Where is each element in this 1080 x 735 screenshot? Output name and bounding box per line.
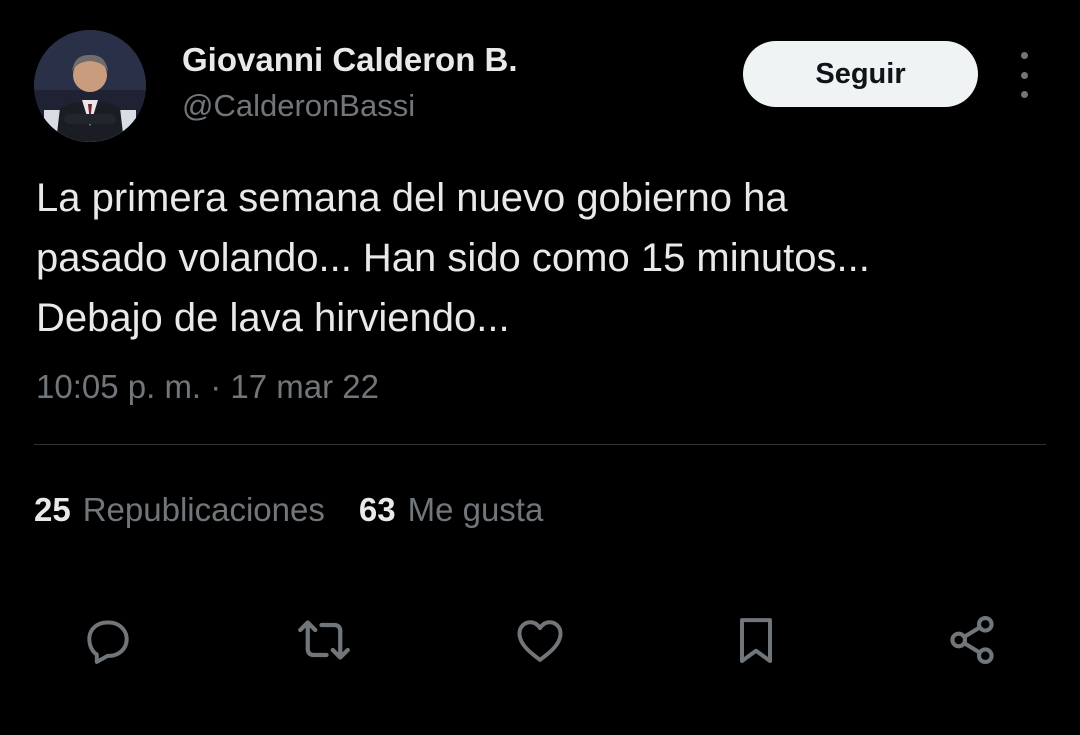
tweet-text-line: pasado volando... Han sido como 15 minut… bbox=[36, 236, 870, 280]
repost-icon bbox=[298, 620, 350, 660]
author-handle[interactable]: @CalderonBassi bbox=[182, 86, 415, 126]
share-icon bbox=[950, 615, 994, 665]
engagement-stats: 25 Republicaciones 63 Me gusta bbox=[34, 488, 543, 532]
likes-count: 63 bbox=[358, 491, 396, 528]
reply-button[interactable] bbox=[78, 610, 138, 670]
tweet-text-line: Debajo de lava hirviendo... bbox=[36, 296, 510, 340]
reposts-stat[interactable]: 25 Republicaciones bbox=[34, 488, 325, 532]
likes-label: Me gusta bbox=[407, 491, 544, 528]
like-button[interactable] bbox=[510, 610, 570, 670]
share-button[interactable] bbox=[942, 610, 1002, 670]
reposts-count: 25 bbox=[34, 491, 71, 528]
follow-button[interactable]: Seguir bbox=[743, 41, 978, 107]
heart-icon bbox=[517, 620, 563, 662]
repost-button[interactable] bbox=[294, 610, 354, 670]
profile-photo bbox=[34, 30, 146, 142]
avatar[interactable] bbox=[34, 30, 146, 142]
tweet-text-line: La primera semana del nuevo gobierno ha bbox=[36, 176, 788, 220]
bookmark-button[interactable] bbox=[726, 610, 786, 670]
reply-icon bbox=[87, 620, 129, 664]
tweet-text: La primera semana del nuevo gobierno ha … bbox=[36, 168, 1046, 348]
more-dot bbox=[1020, 52, 1028, 59]
likes-stat[interactable]: 63 Me gusta bbox=[359, 488, 543, 532]
reposts-label: Republicaciones bbox=[82, 491, 325, 528]
divider bbox=[34, 444, 1046, 445]
more-vertical-icon[interactable] bbox=[1006, 52, 1042, 98]
more-dot bbox=[1020, 91, 1028, 98]
more-dot bbox=[1020, 71, 1028, 79]
bookmark-icon bbox=[740, 618, 772, 663]
author-display-name[interactable]: Giovanni Calderon B. bbox=[182, 40, 518, 80]
tweet-timestamp[interactable]: 10:05 p. m. · 17 mar 22 bbox=[36, 366, 379, 408]
